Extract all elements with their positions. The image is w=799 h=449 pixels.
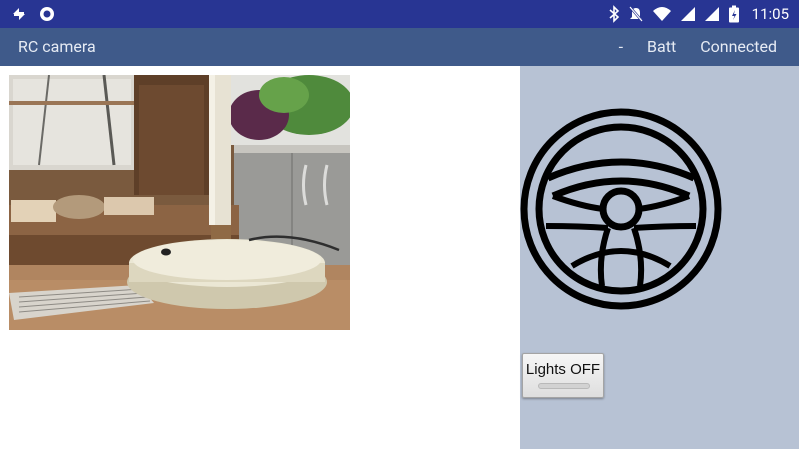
status-left-icons <box>10 4 56 24</box>
status-right-icons: 11:05 <box>608 3 789 25</box>
status-bar: 11:05 <box>0 0 799 28</box>
signal-icon <box>704 7 719 21</box>
lights-toggle-button[interactable]: Lights OFF <box>522 353 604 398</box>
circle-app-icon <box>40 7 54 21</box>
lights-button-label: Lights OFF <box>525 361 601 378</box>
dash-indicator: - <box>618 37 624 56</box>
status-time: 11:05 <box>751 5 789 23</box>
lights-indicator <box>538 383 590 389</box>
app-title: RC camera <box>18 37 96 56</box>
mute-icon <box>628 6 643 22</box>
steering-wheel-icon[interactable] <box>520 108 722 310</box>
battery-label[interactable]: Batt <box>647 37 676 56</box>
connection-status[interactable]: Connected <box>700 37 777 56</box>
camera-image <box>9 75 350 330</box>
camera-feed <box>9 75 350 330</box>
signal-icon <box>680 7 695 21</box>
control-panel: Lights OFF <box>520 66 799 449</box>
wifi-icon <box>652 7 671 21</box>
battery-icon <box>728 5 739 23</box>
app-bar-actions: - Batt Connected <box>619 37 777 56</box>
app-bar: RC camera - Batt Connected <box>0 28 799 66</box>
bluetooth-icon <box>609 5 619 23</box>
sync-icon <box>13 8 25 20</box>
